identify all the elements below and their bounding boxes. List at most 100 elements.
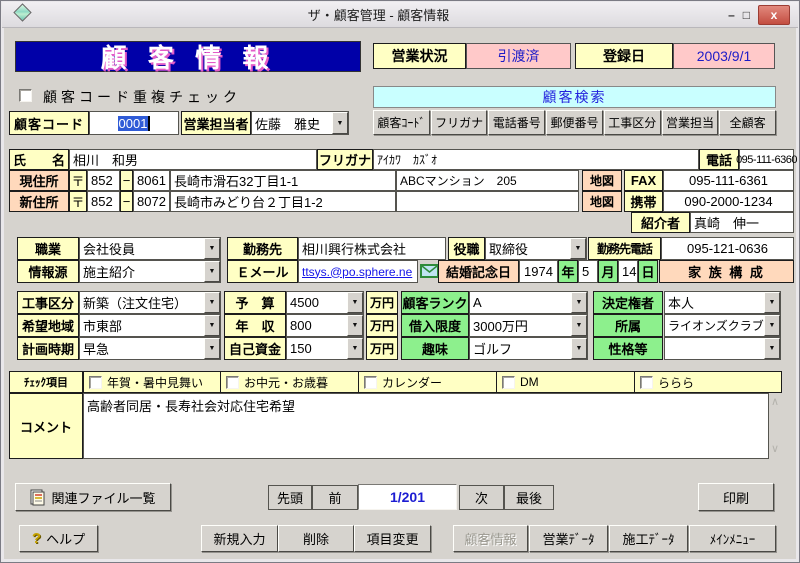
chevron-down-icon[interactable]: ▼: [204, 315, 220, 336]
info-source-select[interactable]: 施主紹介 ▼: [79, 260, 221, 283]
chevron-down-icon[interactable]: ▼: [204, 261, 220, 282]
new-entry-button[interactable]: 新規入力: [201, 525, 278, 552]
help-button[interactable]: ? ヘルプ: [19, 525, 98, 552]
workplace-phone-field[interactable]: 095-121-0636: [661, 237, 794, 260]
maximize-icon[interactable]: □: [743, 8, 750, 22]
main-menu-button[interactable]: ﾒｲﾝﾒﾆｭｰ: [689, 525, 776, 552]
furigana-field[interactable]: ｱｲｶﾜ ｶｽﾞｵ: [373, 149, 699, 170]
chevron-down-icon[interactable]: ▼: [764, 292, 780, 313]
current-zip1-field[interactable]: 852: [87, 170, 120, 191]
chevron-down-icon[interactable]: ▼: [204, 338, 220, 359]
first-record-button[interactable]: 先頭: [268, 485, 312, 510]
affiliation-select[interactable]: ライオンズクラブ ▼: [664, 314, 781, 337]
own-funds-label: 自己資金: [224, 337, 286, 360]
chevron-down-icon[interactable]: ▼: [204, 292, 220, 313]
construction-data-button[interactable]: 施工ﾃﾞｰﾀ: [609, 525, 688, 552]
chevron-down-icon[interactable]: ▼: [347, 338, 363, 359]
workplace-field[interactable]: 相川興行株式会社: [298, 237, 446, 260]
map-button-new[interactable]: 地図: [582, 191, 622, 212]
work-type-select[interactable]: 新築（注文住宅） ▼: [79, 291, 221, 314]
related-files-button[interactable]: 関連ファイル一覧: [15, 483, 171, 511]
new-address-field[interactable]: 長崎市みどり台２丁目1-2: [170, 191, 396, 212]
introducer-field[interactable]: 真崎 伸一: [690, 212, 794, 233]
phone-field[interactable]: 095-111-6360: [736, 149, 797, 170]
current-address-field[interactable]: 長崎市滑石32丁目1-1: [170, 170, 396, 191]
calendar-checkbox[interactable]: [364, 375, 377, 389]
loan-limit-select[interactable]: 3000万円 ▼: [469, 314, 588, 337]
search-by-kana-button[interactable]: フリガナ: [430, 110, 488, 135]
ochugen-checkbox[interactable]: [226, 375, 239, 389]
rarara-checkbox[interactable]: [640, 375, 653, 389]
mobile-field[interactable]: 090-2000-1234: [663, 191, 794, 212]
customer-rank-value: A: [473, 295, 482, 310]
chevron-down-icon[interactable]: ▼: [571, 315, 587, 336]
dm-checkbox[interactable]: [502, 375, 515, 389]
man-yen-label: 万円: [366, 291, 398, 314]
new-building-field[interactable]: [396, 191, 579, 212]
next-record-button[interactable]: 次: [459, 485, 504, 510]
search-all-button[interactable]: 全顧客: [719, 110, 777, 135]
sales-rep-select[interactable]: 佐藤 雅史 ▼: [251, 111, 349, 135]
job-title-select[interactable]: 取締役 ▼: [485, 237, 587, 260]
decision-maker-select[interactable]: 本人 ▼: [664, 291, 781, 314]
map-button-current[interactable]: 地図: [582, 170, 622, 191]
scroll-down-icon[interactable]: ∨: [771, 444, 779, 455]
own-funds-select[interactable]: 150 ▼: [286, 337, 364, 360]
search-by-zip-button[interactable]: 郵便番号: [546, 110, 603, 135]
modify-items-button[interactable]: 項目変更: [354, 525, 431, 552]
chevron-down-icon[interactable]: ▼: [204, 238, 220, 259]
anniversary-month-field[interactable]: 5: [578, 260, 598, 283]
customer-code-input[interactable]: 0001: [89, 111, 179, 135]
fax-field[interactable]: 095-111-6361: [663, 170, 794, 191]
last-record-button[interactable]: 最後: [504, 485, 554, 510]
chevron-down-icon[interactable]: ▼: [347, 315, 363, 336]
send-mail-icon[interactable]: [420, 262, 439, 280]
chevron-down-icon[interactable]: ▼: [764, 315, 780, 336]
sales-rep-label: 営業担当者: [181, 111, 251, 135]
previous-record-button[interactable]: 前: [312, 485, 358, 510]
new-zip2-field[interactable]: 8072: [133, 191, 170, 212]
chevron-down-icon[interactable]: ▼: [332, 112, 348, 134]
zip-dash-icon: −: [120, 170, 133, 191]
name-field[interactable]: 相川 和男: [69, 149, 317, 170]
customer-rank-select[interactable]: A ▼: [469, 291, 588, 314]
delete-button[interactable]: 削除: [278, 525, 354, 552]
budget-select[interactable]: 4500 ▼: [286, 291, 364, 314]
email-field[interactable]: ttsys.@po.sphere.ne: [298, 260, 418, 283]
close-icon[interactable]: x: [758, 4, 790, 25]
family-structure-button[interactable]: 家 族 構 成: [659, 260, 794, 283]
dup-check-checkbox[interactable]: [19, 89, 32, 102]
annual-income-select[interactable]: 800 ▼: [286, 314, 364, 337]
job-title-value: 取締役: [489, 242, 529, 257]
email-link[interactable]: ttsys.@po.sphere.ne: [302, 265, 412, 279]
new-zip1-field[interactable]: 852: [87, 191, 120, 212]
plan-timing-select[interactable]: 早急 ▼: [79, 337, 221, 360]
print-button[interactable]: 印刷: [698, 483, 774, 511]
search-by-phone-button[interactable]: 電話番号: [488, 110, 546, 135]
chevron-down-icon[interactable]: ▼: [571, 292, 587, 313]
minimize-icon[interactable]: –: [728, 8, 735, 22]
app-icon: [2, 2, 32, 24]
furigana-label: フリガナ: [317, 149, 373, 170]
search-by-worktype-button[interactable]: 工事区分: [603, 110, 661, 135]
search-by-code-button[interactable]: 顧客ｺｰﾄﾞ: [373, 110, 430, 135]
postal-mark-icon: 〒: [69, 170, 87, 191]
anniversary-year-field[interactable]: 1974: [519, 260, 558, 283]
chevron-down-icon[interactable]: ▼: [347, 292, 363, 313]
nenga-checkbox[interactable]: [89, 375, 102, 389]
comment-textarea[interactable]: 高齢者同居・長寿社会対応住宅希望: [83, 393, 769, 459]
current-zip2-field[interactable]: 8061: [133, 170, 170, 191]
chevron-down-icon[interactable]: ▼: [570, 238, 586, 259]
personality-select[interactable]: ▼: [664, 337, 781, 360]
job-select[interactable]: 会社役員 ▼: [79, 237, 221, 260]
anniversary-day-field[interactable]: 14: [618, 260, 638, 283]
search-by-rep-button[interactable]: 営業担当: [661, 110, 719, 135]
hobby-select[interactable]: ゴルフ ▼: [469, 337, 588, 360]
chevron-down-icon[interactable]: ▼: [764, 338, 780, 359]
chevron-down-icon[interactable]: ▼: [571, 338, 587, 359]
current-building-field[interactable]: ABCマンション 205: [396, 170, 579, 191]
desired-area-select[interactable]: 市東部 ▼: [79, 314, 221, 337]
sales-data-button[interactable]: 営業ﾃﾞｰﾀ: [529, 525, 608, 552]
scroll-up-icon[interactable]: ∧: [771, 397, 779, 408]
affiliation-label: 所属: [593, 314, 663, 337]
